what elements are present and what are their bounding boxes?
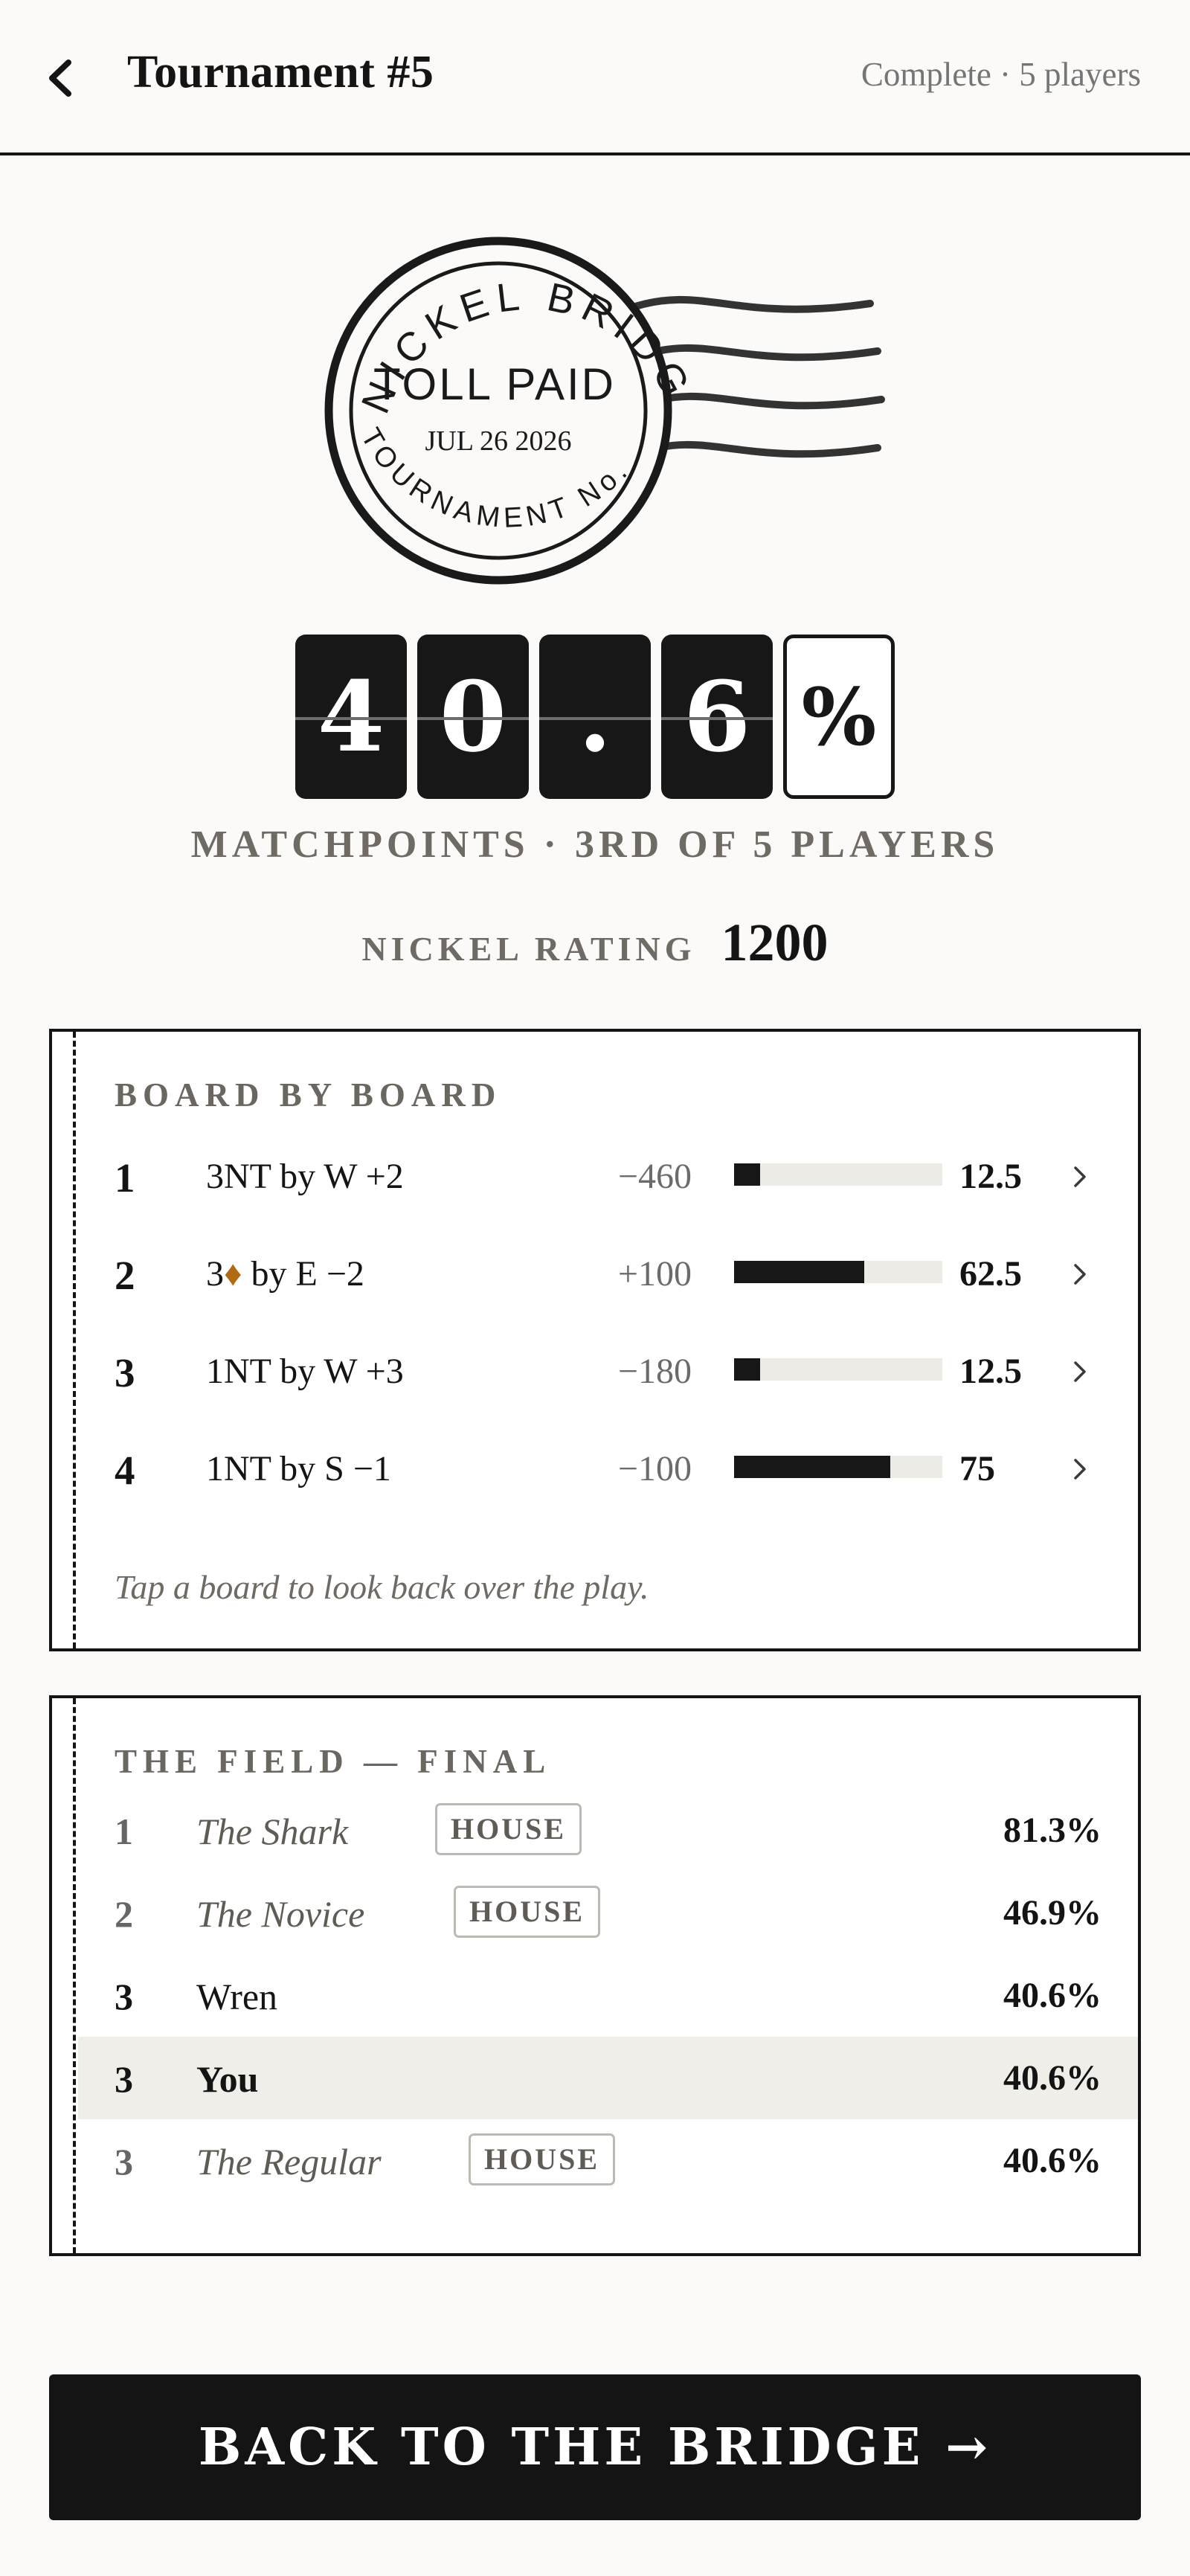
app-header: Tournament #5 Complete · 5 players [0, 0, 1190, 155]
matchpoint-bar-fill [734, 1261, 864, 1283]
matchpoint-bar [734, 1358, 942, 1381]
standings-rank: 1 [115, 1811, 133, 1852]
matchpoints-placement-label: MATCHPOINTS · 3RD OF 5 PLAYERS [190, 823, 1000, 866]
field-standings-panel: THE FIELD — FINAL 1 The Shark HOUSE 81.3% 2 T… [49, 1695, 1141, 2256]
standings-row: 3 Wren 40.6% [78, 1954, 1138, 2037]
standings-row: 3 The Regular HOUSE 40.6% [78, 2119, 1138, 2202]
player-name: The Regular [196, 2141, 382, 2182]
standings-rank: 3 [115, 1976, 133, 2017]
page-title: Tournament #5 [127, 47, 434, 97]
matchpoint-bar [734, 1163, 942, 1186]
chevron-right-icon [1074, 1264, 1086, 1285]
stamp-date: JUL 26 2026 [425, 425, 571, 457]
standings-rank: 3 [115, 2141, 133, 2182]
score-digit-tile: . [539, 635, 651, 799]
player-score: 40.6% [1003, 1976, 1101, 2015]
board-row[interactable]: 1 3NT by W +2 −460 12.5 [52, 1140, 1138, 1214]
matchpoint-bar-fill [734, 1358, 760, 1381]
diamond-suit-icon: ♦ [224, 1254, 242, 1294]
back-to-bridge-button[interactable]: BACK TO THE BRIDGE → [49, 2374, 1141, 2520]
board-matchpoints: 12.5 [959, 1157, 1022, 1196]
board-contract: 1NT by W +3 [206, 1352, 404, 1391]
board-contract: 1NT by S −1 [206, 1449, 391, 1488]
board-number: 4 [115, 1448, 135, 1493]
board-score: +100 [617, 1254, 692, 1294]
player-score: 40.6% [1003, 2058, 1101, 2098]
board-row[interactable]: 3 1NT by W +3 −180 12.5 [52, 1334, 1138, 1409]
standings-rank: 2 [115, 1893, 133, 1935]
board-row[interactable]: 2 3♦ by E −2 +100 62.5 [52, 1237, 1138, 1311]
player-score: 81.3% [1003, 1811, 1101, 1850]
toll-paid-postmark-stamp: NICKEL BRIDGE TOURNAMENT No.5 TOLL PAID … [316, 223, 885, 585]
rating-value: 1200 [721, 913, 829, 972]
stamp-center-text: TOLL PAID [373, 359, 616, 409]
board-row[interactable]: 4 1NT by S −1 −100 75 [52, 1432, 1138, 1506]
board-score: −460 [617, 1157, 692, 1196]
house-badge: HOUSE [469, 2133, 616, 2185]
board-number: 3 [115, 1350, 135, 1395]
board-contract: 3NT by W +2 [206, 1157, 404, 1196]
nickel-rating: NICKEL RATING 1200 [0, 912, 1190, 974]
board-number: 2 [115, 1253, 135, 1298]
board-matchpoints: 62.5 [959, 1254, 1022, 1294]
board-by-board-panel: BOARD BY BOARD 1 3NT by W +2 −460 12.5 2 3♦ b… [49, 1029, 1141, 1651]
board-score: −180 [617, 1352, 692, 1391]
player-name: Wren [196, 1976, 278, 2017]
board-number: 1 [115, 1155, 135, 1201]
chevron-right-icon [1074, 1459, 1086, 1480]
matchpoint-score-display: 4 0 . 6 % [295, 635, 898, 802]
standings-row: 2 The Novice HOUSE 46.9% [78, 1872, 1138, 1954]
score-digit-tile: 6 [661, 635, 773, 799]
matchpoint-bar-fill [734, 1456, 890, 1478]
back-chevron-icon[interactable] [42, 52, 79, 104]
player-name: You [196, 2058, 259, 2100]
standings-rank: 3 [115, 2058, 133, 2100]
board-score: −100 [617, 1449, 692, 1488]
matchpoint-bar [734, 1456, 942, 1478]
player-score: 46.9% [1003, 1893, 1101, 1933]
board-hint-text: Tap a board to look back over the play. [115, 1568, 649, 1606]
player-name: The Novice [196, 1893, 365, 1935]
player-name: The Shark [196, 1811, 349, 1852]
rating-label: NICKEL RATING [361, 930, 696, 968]
field-panel-title: THE FIELD — FINAL [115, 1743, 552, 1780]
chevron-right-icon [1074, 1361, 1086, 1382]
matchpoint-bar-fill [734, 1163, 760, 1186]
house-badge: HOUSE [454, 1886, 601, 1938]
board-panel-title: BOARD BY BOARD [115, 1076, 502, 1114]
board-matchpoints: 75 [959, 1449, 995, 1488]
standings-row: 1 The Shark HOUSE 81.3% [78, 1789, 1138, 1872]
matchpoint-bar [734, 1261, 942, 1283]
standings-row-you: 3 You 40.6% [78, 2037, 1138, 2119]
player-score: 40.6% [1003, 2141, 1101, 2180]
score-percent-tile: % [783, 635, 895, 799]
score-digit-tile: 4 [295, 635, 407, 799]
board-matchpoints: 12.5 [959, 1352, 1022, 1391]
chevron-right-icon [1074, 1166, 1086, 1187]
perforation-line [73, 1698, 76, 2253]
house-badge: HOUSE [435, 1803, 582, 1855]
score-digit-tile: 0 [417, 635, 529, 799]
tournament-status: Complete · 5 players [861, 56, 1141, 93]
board-contract: 3♦ by E −2 [206, 1254, 364, 1294]
